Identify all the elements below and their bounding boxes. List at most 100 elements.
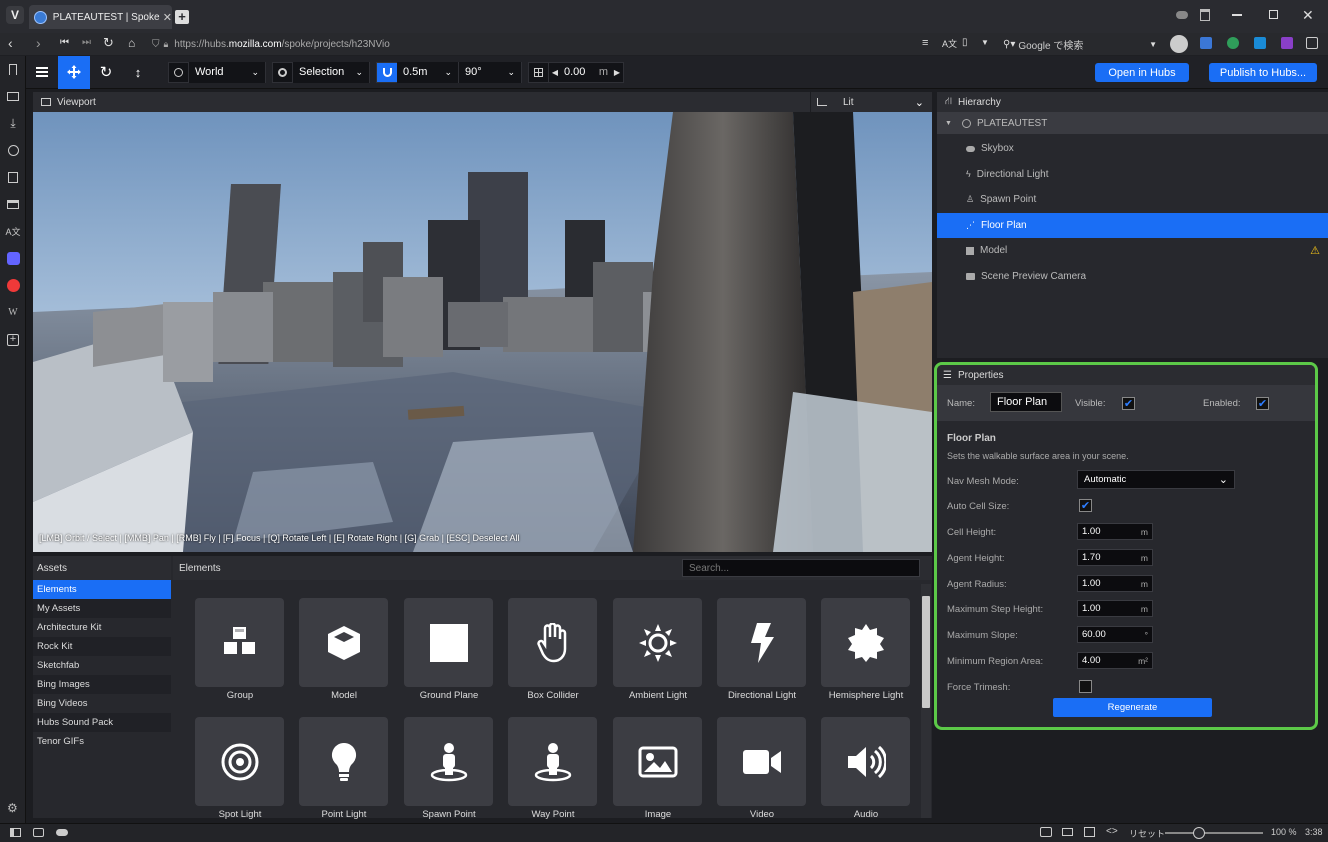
zoom-slider[interactable] (1165, 827, 1263, 839)
extension-onenote-icon[interactable] (1281, 37, 1293, 49)
grid-height-input[interactable]: 0.00 m (561, 66, 611, 78)
transform-space-dropdown[interactable]: World ⌄ (189, 61, 265, 83)
grid-increase-icon[interactable]: ▶ (611, 68, 623, 77)
translate-tool-button[interactable] (58, 55, 90, 89)
window-close-icon[interactable]: ✕ (1302, 7, 1314, 24)
source-my-assets[interactable]: My Assets (33, 599, 171, 618)
source-bing-images[interactable]: Bing Images (33, 675, 171, 694)
source-bing-videos[interactable]: Bing Videos (33, 694, 171, 713)
code-icon[interactable]: <> (1106, 826, 1118, 837)
mastodon-icon[interactable] (0, 245, 26, 272)
new-tab-icon[interactable]: + (175, 10, 189, 24)
menu-button[interactable] (26, 56, 58, 89)
add-panel-icon[interactable]: + (0, 326, 26, 353)
downloads-icon[interactable]: ⤓ (0, 110, 26, 137)
search-field[interactable]: ⚲▾ Google で検索 ▼ (999, 35, 1161, 53)
source-elements[interactable]: Elements (33, 580, 171, 599)
element-tile-video[interactable] (717, 717, 806, 806)
grid-toggle-button[interactable] (529, 62, 549, 82)
zoom-reset-link[interactable]: リセット (1129, 827, 1165, 840)
visible-checkbox[interactable]: ✔ (1122, 397, 1135, 410)
translation-snap-dropdown[interactable]: 0.5m ⌄ (397, 61, 459, 83)
vivaldi-icon[interactable] (0, 272, 26, 299)
extension-globe-icon[interactable] (1227, 37, 1239, 49)
force-trimesh-checkbox[interactable] (1079, 680, 1092, 693)
source-tenor-gifs[interactable]: Tenor GIFs (33, 732, 171, 751)
profile-avatar[interactable] (1170, 35, 1188, 53)
pivot-dropdown[interactable]: Selection ⌄ (293, 61, 369, 83)
snap-toggle-button[interactable] (377, 62, 397, 82)
settings-gear-icon[interactable]: ⚙ (7, 801, 18, 815)
panel-toggle-icon[interactable] (10, 828, 21, 837)
agent-radius-input[interactable]: 1.00 m (1077, 575, 1153, 592)
cell-height-input[interactable]: 1.00 m (1077, 523, 1153, 540)
grid-decrease-icon[interactable]: ◀ (549, 68, 561, 77)
maximum-slope-input[interactable]: 60.00 ° (1077, 626, 1153, 643)
url-field[interactable]: ⛉ 🔒︎ https://hubs. mozilla.com/spoke/proj… (152, 34, 992, 54)
rotate-tool-button[interactable]: ↻ (90, 56, 122, 89)
enabled-checkbox[interactable]: ✔ (1256, 397, 1269, 410)
element-tile-ambient-light[interactable] (613, 598, 702, 687)
source-architecture-kit[interactable]: Architecture Kit (33, 618, 171, 637)
translate-icon[interactable]: A文 (942, 37, 957, 50)
source-sketchfab[interactable]: Sketchfab (33, 656, 171, 675)
vivaldi-logo-icon[interactable]: V (6, 6, 24, 24)
element-tile-point-light[interactable] (299, 717, 388, 806)
scrollbar-thumb[interactable] (922, 596, 930, 708)
reading-list-icon[interactable] (0, 83, 26, 110)
history-icon[interactable] (0, 137, 26, 164)
hierarchy-item-floor-plan[interactable]: ⋰ Floor Plan (937, 212, 1328, 238)
agent-height-input[interactable]: 1.70 m (1077, 549, 1153, 566)
warning-icon[interactable]: ⚠ (1310, 244, 1320, 257)
element-tile-directional-light[interactable] (717, 598, 806, 687)
extension-window-icon[interactable] (1254, 37, 1266, 49)
element-tile-audio[interactable] (821, 717, 910, 806)
source-rock-kit[interactable]: Rock Kit (33, 637, 171, 656)
element-tile-ground-plane[interactable] (404, 598, 493, 687)
element-tile-spawn-point[interactable] (404, 717, 493, 806)
publish-to-hubs-button[interactable]: Publish to Hubs... (1209, 63, 1317, 82)
elements-scrollbar[interactable] (921, 584, 931, 818)
home-icon[interactable]: ⌂ (128, 36, 135, 50)
fast-forward-icon[interactable]: ⏭ (82, 37, 91, 48)
url-dropdown-icon[interactable]: ▼ (981, 38, 989, 47)
translate-panel-icon[interactable]: A文 (0, 218, 26, 245)
open-in-hubs-button[interactable]: Open in Hubs (1095, 63, 1189, 82)
reload-icon[interactable]: ↻ (103, 35, 114, 51)
element-tile-box-collider[interactable] (508, 598, 597, 687)
reader-icon[interactable]: ≡ (922, 37, 928, 49)
images-toggle-icon[interactable] (1084, 827, 1095, 837)
bookmarks-panel-icon[interactable] (0, 56, 26, 83)
name-input[interactable]: Floor Plan (990, 392, 1062, 412)
sync-cloud-icon[interactable] (56, 829, 68, 836)
hierarchy-item-scene-preview-camera[interactable]: Scene Preview Camera (937, 264, 1328, 290)
regenerate-button[interactable]: Regenerate (1053, 698, 1212, 717)
minimize-icon[interactable] (1232, 14, 1242, 16)
wikipedia-icon[interactable]: W (0, 299, 26, 326)
3d-scene-canvas[interactable]: [LMB] Orbit / Select | [MMB] Pan | [RMB]… (33, 112, 932, 552)
element-tile-image[interactable] (613, 717, 702, 806)
element-tile-model[interactable] (299, 598, 388, 687)
rotation-snap-dropdown[interactable]: 90° ⌄ (459, 61, 521, 83)
maximum-step-height-input[interactable]: 1.00 m (1077, 600, 1153, 617)
minimum-region-area-input[interactable]: 4.00 m² (1077, 652, 1153, 669)
extensions-icon[interactable] (1306, 37, 1318, 49)
extension-translate-icon[interactable] (1200, 37, 1212, 49)
capture-icon[interactable] (1040, 827, 1052, 837)
window-panel-icon[interactable] (0, 191, 26, 218)
maximize-icon[interactable] (1269, 10, 1278, 19)
forward-icon[interactable]: › (36, 35, 41, 51)
tab-tiling-icon[interactable] (33, 828, 44, 837)
hierarchy-item-spawn-point[interactable]: ♙ Spawn Point (937, 187, 1328, 213)
browser-tab[interactable]: PLATEAUTEST | Spoke by M ✕ (29, 5, 172, 29)
element-tile-hemisphere-light[interactable] (821, 598, 910, 687)
hierarchy-item-directional-light[interactable]: ϟ Directional Light (937, 162, 1328, 188)
element-tile-group[interactable] (195, 598, 284, 687)
trash-icon[interactable] (1200, 9, 1210, 21)
source-hubs-sound-pack[interactable]: Hubs Sound Pack (33, 713, 171, 732)
notes-icon[interactable] (0, 164, 26, 191)
element-tile-spot-light[interactable] (195, 717, 284, 806)
elements-search-input[interactable]: Search... (682, 559, 920, 577)
search-dropdown-icon[interactable]: ▼ (1149, 40, 1157, 49)
back-icon[interactable]: ‹ (8, 35, 13, 51)
